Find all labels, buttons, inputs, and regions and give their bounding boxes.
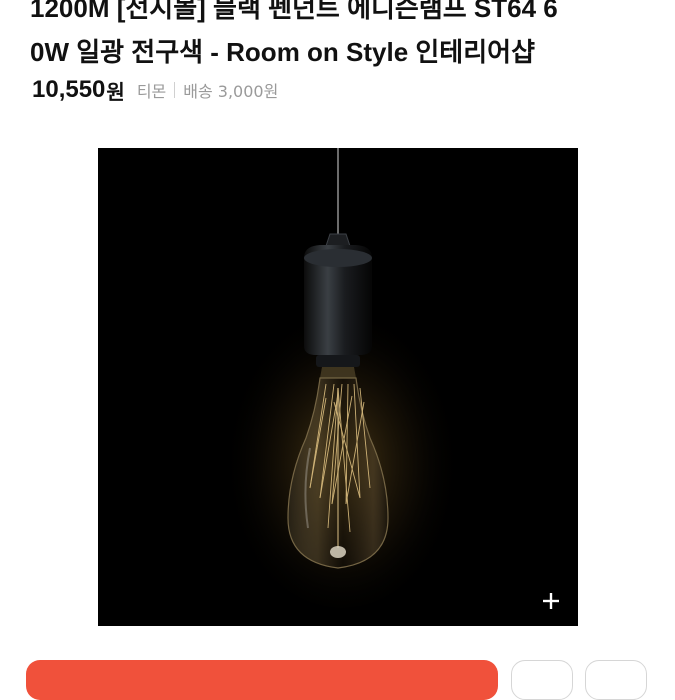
product-price: 10,550 [32,76,106,103]
divider [174,82,176,98]
seller-name[interactable]: 티몬 [137,78,166,102]
wishlist-button[interactable] [511,660,573,700]
share-button[interactable] [585,660,647,700]
product-title: 1200M [전시몰] 블랙 펜던트 에디슨램프 ST64 6 0W 일광 전구… [30,0,650,74]
price-currency: 원 [106,79,125,104]
pendant-lamp-photo [98,148,578,626]
product-title-line-1: 1200M [전시몰] 블랙 펜던트 에디슨램프 ST64 6 [30,0,558,23]
shipping-fee: 배송 3,000원 [183,82,279,101]
plus-icon[interactable] [540,590,562,612]
product-image[interactable] [98,148,578,626]
product-title-line-2: 0W 일광 전구색 - Room on Style 인테리어샵 [30,37,535,67]
price-row: 10,550 원 티몬 배송 3,000원 [32,72,278,108]
buy-button[interactable] [26,660,498,700]
